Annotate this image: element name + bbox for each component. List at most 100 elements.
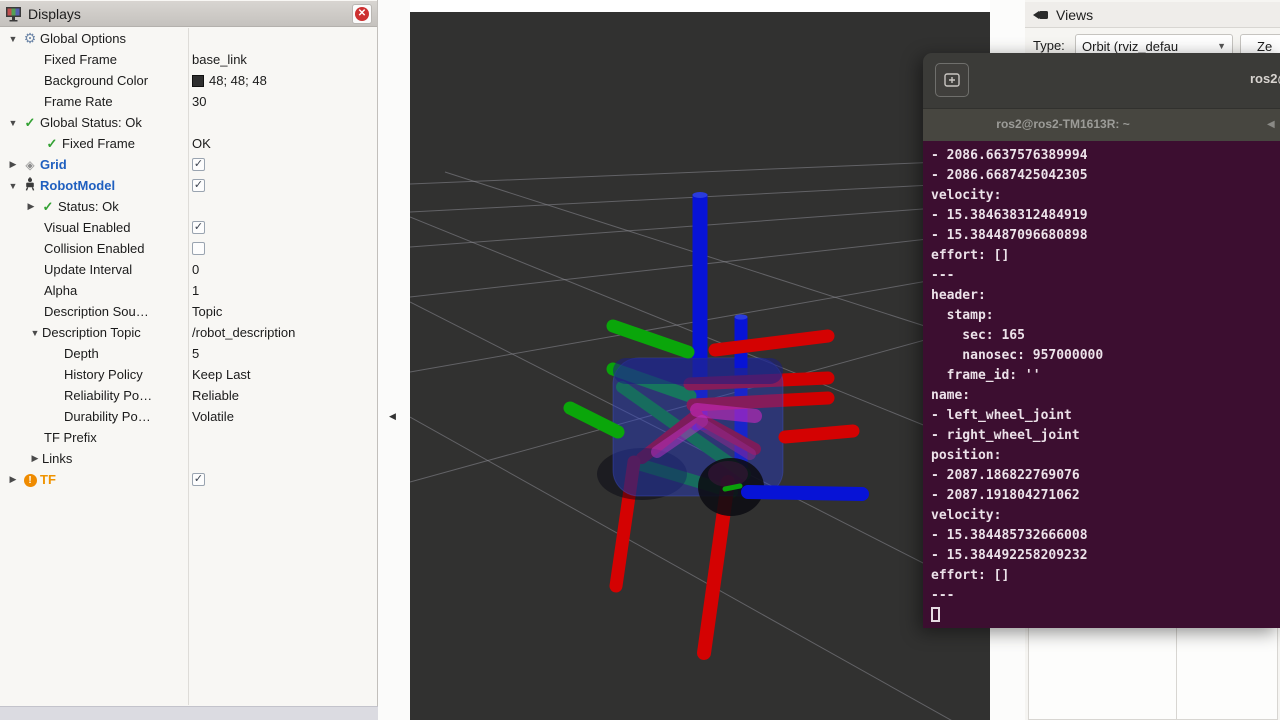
property-value[interactable]: 1	[192, 280, 199, 301]
property-value[interactable]: /robot_description	[192, 322, 295, 343]
view-type-label: Type:	[1033, 38, 1065, 53]
terminal-tabbar[interactable]: ros2@ros2-TM1613R: ~ ◀	[923, 108, 1280, 141]
collapsed-arrow-icon[interactable]: ▶	[6, 159, 20, 170]
property-value[interactable]: base_link	[192, 49, 247, 70]
property-value[interactable]: 5	[192, 343, 199, 364]
terminal-tab[interactable]: ros2@ros2-TM1613R: ~	[923, 117, 1203, 131]
terminal-line: header:	[931, 286, 1280, 306]
expand-arrow-icon[interactable]: ▼	[6, 118, 20, 128]
displays-tree-row[interactable]: Background Color 48; 48; 48	[0, 70, 376, 91]
displays-tree-row[interactable]: ▼⚙Global Options	[0, 28, 376, 49]
displays-tree-row[interactable]: Collision Enabled	[0, 238, 376, 259]
views-panel-icon	[1033, 9, 1049, 21]
property-value: ✓	[192, 217, 205, 238]
terminal-line: - 15.384485732666008	[931, 526, 1280, 546]
displays-tree-row[interactable]: ▼Description Topic/robot_description	[0, 322, 376, 343]
displays-tree-row[interactable]: Update Interval0	[0, 259, 376, 280]
terminal-lines: - 2086.6637576389994- 2086.6687425042305…	[931, 146, 1280, 606]
terminal-title: ros2@ros2-TM1613R: ~	[1250, 71, 1280, 86]
property-label: Collision Enabled	[44, 241, 144, 256]
enabled-checkbox[interactable]: ✓	[192, 473, 205, 486]
property-value[interactable]: 48; 48; 48	[192, 70, 267, 91]
terminal-line: stamp:	[931, 306, 1280, 326]
terminal-line: effort: []	[931, 246, 1280, 266]
expand-arrow-icon[interactable]: ▼	[6, 34, 20, 44]
displays-tree-row[interactable]: ✓Fixed FrameOK	[0, 133, 376, 154]
terminal-line: position:	[931, 446, 1280, 466]
displays-tree-row[interactable]: ▼ RobotModel ✓	[0, 175, 376, 196]
displays-tree-row[interactable]: ▶Links	[0, 448, 376, 469]
displays-tree-row[interactable]: Reliability Po… Reliable	[0, 385, 376, 406]
property-value[interactable]: 30	[192, 91, 206, 112]
displays-tree-row[interactable]: TF Prefix	[0, 427, 376, 448]
property-value: ✓	[192, 175, 205, 196]
displays-tree-row[interactable]: Visual Enabled✓	[0, 217, 376, 238]
enabled-checkbox[interactable]: ✓	[192, 179, 205, 192]
tab-scroll-icon[interactable]: ◀	[1267, 119, 1275, 130]
enabled-checkbox[interactable]: ✓	[192, 221, 205, 234]
collapse-panel-icon[interactable]: ◀	[389, 411, 396, 422]
terminal-cursor-line	[931, 606, 1280, 626]
grid-icon: ◈	[25, 158, 34, 172]
warning-icon: !	[24, 474, 37, 487]
chevron-down-icon: ▼	[1217, 41, 1226, 51]
rviz-window: Displays ✕ ▼⚙Global Options Fixed Frame ba…	[0, 0, 1280, 720]
views-titlebar[interactable]: Views	[1025, 2, 1280, 28]
displays-tree-row[interactable]: ▶!TF✓	[0, 469, 376, 490]
displays-tree-row[interactable]: Frame Rate30	[0, 91, 376, 112]
displays-tree-row[interactable]: ▶ ◈ Grid ✓	[0, 154, 376, 175]
collapsed-arrow-icon[interactable]: ▶	[6, 474, 20, 485]
displays-tree-row[interactable]: Durability Po… Volatile	[0, 406, 376, 427]
property-label: RobotModel	[40, 178, 115, 193]
terminal-line: nanosec: 957000000	[931, 346, 1280, 366]
property-label: Fixed Frame	[44, 52, 117, 67]
property-label: Description Topic	[42, 325, 141, 340]
wheel-tint	[708, 461, 748, 487]
render-viewport[interactable]	[410, 12, 990, 720]
terminal-line: effort: []	[931, 566, 1280, 586]
collapsed-arrow-icon[interactable]: ▶	[28, 453, 42, 464]
property-label: Reliability Po…	[64, 388, 152, 403]
displays-close-button[interactable]: ✕	[352, 4, 372, 24]
property-value[interactable]: Topic	[192, 301, 222, 322]
panel-splitter-gutter[interactable]: ◀	[378, 0, 410, 720]
displays-titlebar[interactable]: Displays ✕	[0, 1, 377, 27]
displays-tree-row[interactable]: History PolicyKeep Last	[0, 364, 376, 385]
expand-arrow-icon[interactable]: ▼	[6, 181, 20, 191]
property-value[interactable]: Reliable	[192, 385, 239, 406]
terminal-line: - 2086.6687425042305	[931, 166, 1280, 186]
property-value	[192, 238, 205, 259]
expand-arrow-icon[interactable]: ▼	[28, 328, 42, 338]
enabled-checkbox[interactable]	[192, 242, 205, 255]
property-value[interactable]: Volatile	[192, 406, 234, 427]
property-label: Depth	[64, 346, 99, 361]
property-value[interactable]: Keep Last	[192, 364, 251, 385]
terminal-titlebar[interactable]: ros2@ros2-TM1613R: ~	[923, 53, 1280, 108]
property-label: Background Color	[44, 73, 148, 88]
row-icon-slot: ✓	[20, 116, 40, 130]
collapsed-arrow-icon[interactable]: ▶	[24, 201, 38, 212]
row-icon-slot	[20, 177, 40, 194]
displays-tree-row[interactable]: Fixed Frame base_link	[0, 49, 376, 70]
property-label: Global Status: Ok	[40, 115, 142, 130]
displays-tree-row[interactable]: ▼✓Global Status: Ok	[0, 112, 376, 133]
enabled-checkbox[interactable]: ✓	[192, 158, 205, 171]
terminal-output[interactable]: - 2086.6637576389994- 2086.6687425042305…	[923, 141, 1280, 628]
displays-tree-row[interactable]: Description Sou…Topic	[0, 301, 376, 322]
displays-tree: ▼⚙Global OptionsFixed Framebase_linkBack…	[0, 28, 376, 705]
property-label: Grid	[40, 157, 67, 172]
new-tab-button[interactable]	[935, 63, 969, 97]
property-label: Alpha	[44, 283, 77, 298]
displays-tree-row[interactable]: Depth 5	[0, 343, 376, 364]
terminal-line: - 2087.186822769076	[931, 466, 1280, 486]
terminal-line: sec: 165	[931, 326, 1280, 346]
property-value[interactable]: OK	[192, 133, 211, 154]
property-value[interactable]: 0	[192, 259, 199, 280]
property-label: Durability Po…	[64, 409, 151, 424]
displays-tree-row[interactable]: ▶✓Status: Ok	[0, 196, 376, 217]
displays-tree-row[interactable]: Alpha 1	[0, 280, 376, 301]
terminal-window[interactable]: ros2@ros2-TM1613R: ~ ros2@ros2-TM1613R: …	[923, 53, 1280, 628]
property-label: Fixed Frame	[62, 136, 135, 151]
terminal-line: - left_wheel_joint	[931, 406, 1280, 426]
panel-resize-strip[interactable]	[0, 706, 410, 720]
